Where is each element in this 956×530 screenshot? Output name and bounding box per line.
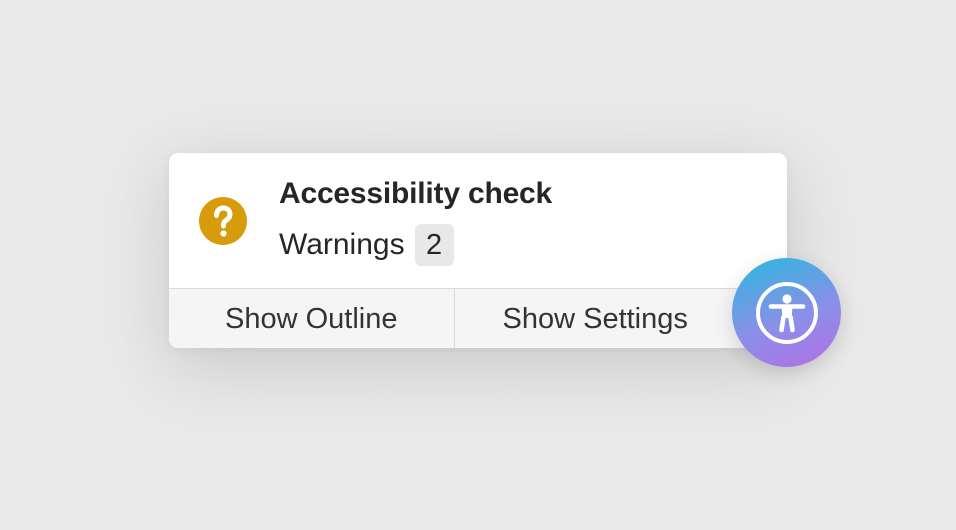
warnings-row: Warnings 2 xyxy=(279,224,454,266)
accessibility-badge-button[interactable] xyxy=(732,258,841,367)
warnings-label: Warnings xyxy=(279,228,405,261)
accessibility-check-popover: Accessibility check Warnings 2 Show Outl… xyxy=(169,153,787,348)
show-outline-button[interactable]: Show Outline xyxy=(169,289,454,348)
popover-title: Accessibility check xyxy=(279,177,553,210)
warnings-count-badge: 2 xyxy=(414,224,454,266)
action-bar: Show Outline Show Settings xyxy=(169,288,787,348)
accessibility-icon xyxy=(755,281,818,344)
question-mark-icon xyxy=(199,197,247,245)
